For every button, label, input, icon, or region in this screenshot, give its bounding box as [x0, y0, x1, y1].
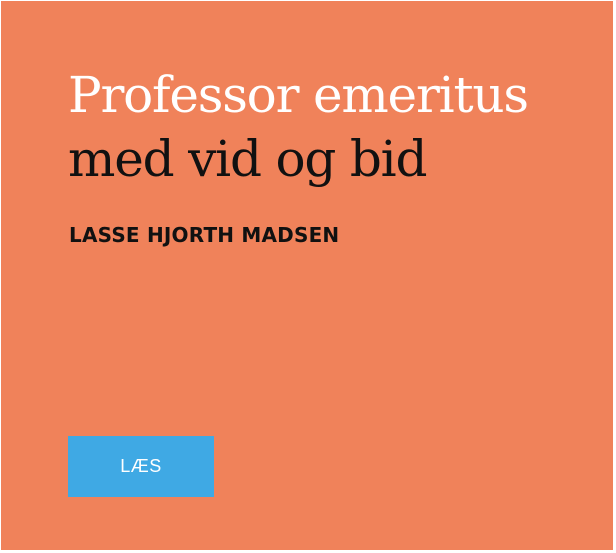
article-teaser-card[interactable]: Professor emeritus med vid og bid LASSE …	[0, 0, 614, 551]
article-title-line-2: med vid og bid	[68, 130, 427, 188]
article-title: Professor emeritus med vid og bid	[68, 63, 529, 191]
read-button-label: LÆS	[120, 456, 162, 476]
author-name: LASSE HJORTH MADSEN	[69, 223, 340, 247]
read-button[interactable]: LÆS	[68, 436, 214, 497]
article-title-line-1: Professor emeritus	[68, 66, 529, 124]
